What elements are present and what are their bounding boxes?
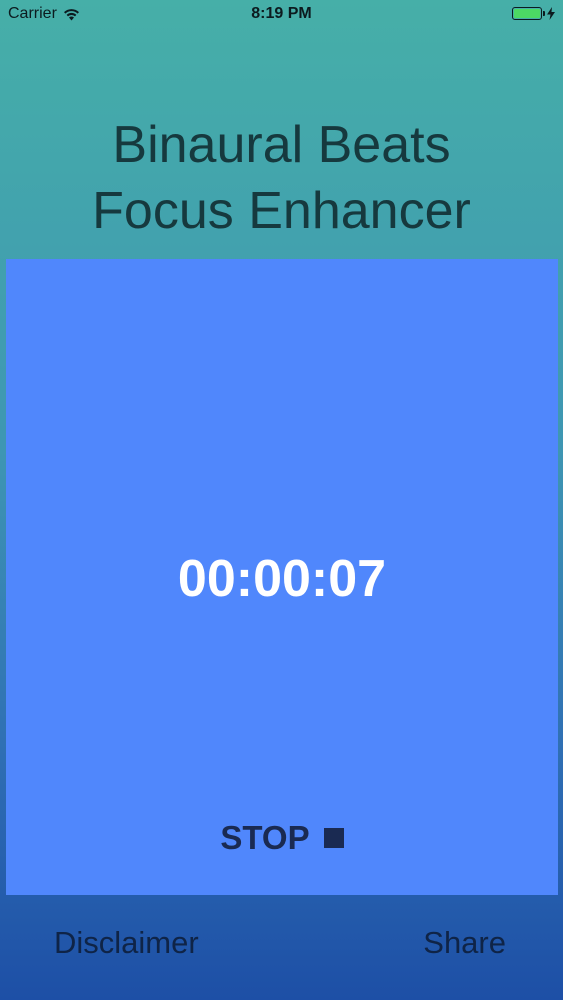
bolt-icon <box>547 7 555 20</box>
share-button[interactable]: Share <box>423 925 506 961</box>
app-title-line-2: Focus Enhancer <box>92 182 471 240</box>
status-time: 8:19 PM <box>251 5 312 22</box>
stop-button[interactable]: STOP <box>6 819 558 857</box>
timer-panel: 00:00:07 STOP <box>6 259 558 895</box>
battery-cap <box>543 11 545 16</box>
stop-icon <box>323 828 344 848</box>
status-bar: Carrier 8:19 PM <box>0 0 563 30</box>
elapsed-timer: 00:00:07 <box>177 550 387 608</box>
disclaimer-button[interactable]: Disclaimer <box>54 925 199 961</box>
battery-icon <box>512 7 545 20</box>
battery-fill <box>514 9 540 18</box>
bottom-bar: Disclaimer Share <box>0 895 563 1000</box>
stop-label: STOP <box>220 819 310 856</box>
status-right <box>512 7 555 20</box>
app-title: Binaural Beats Focus Enhancer <box>0 112 563 244</box>
app-title-line-1: Binaural Beats <box>112 116 451 174</box>
